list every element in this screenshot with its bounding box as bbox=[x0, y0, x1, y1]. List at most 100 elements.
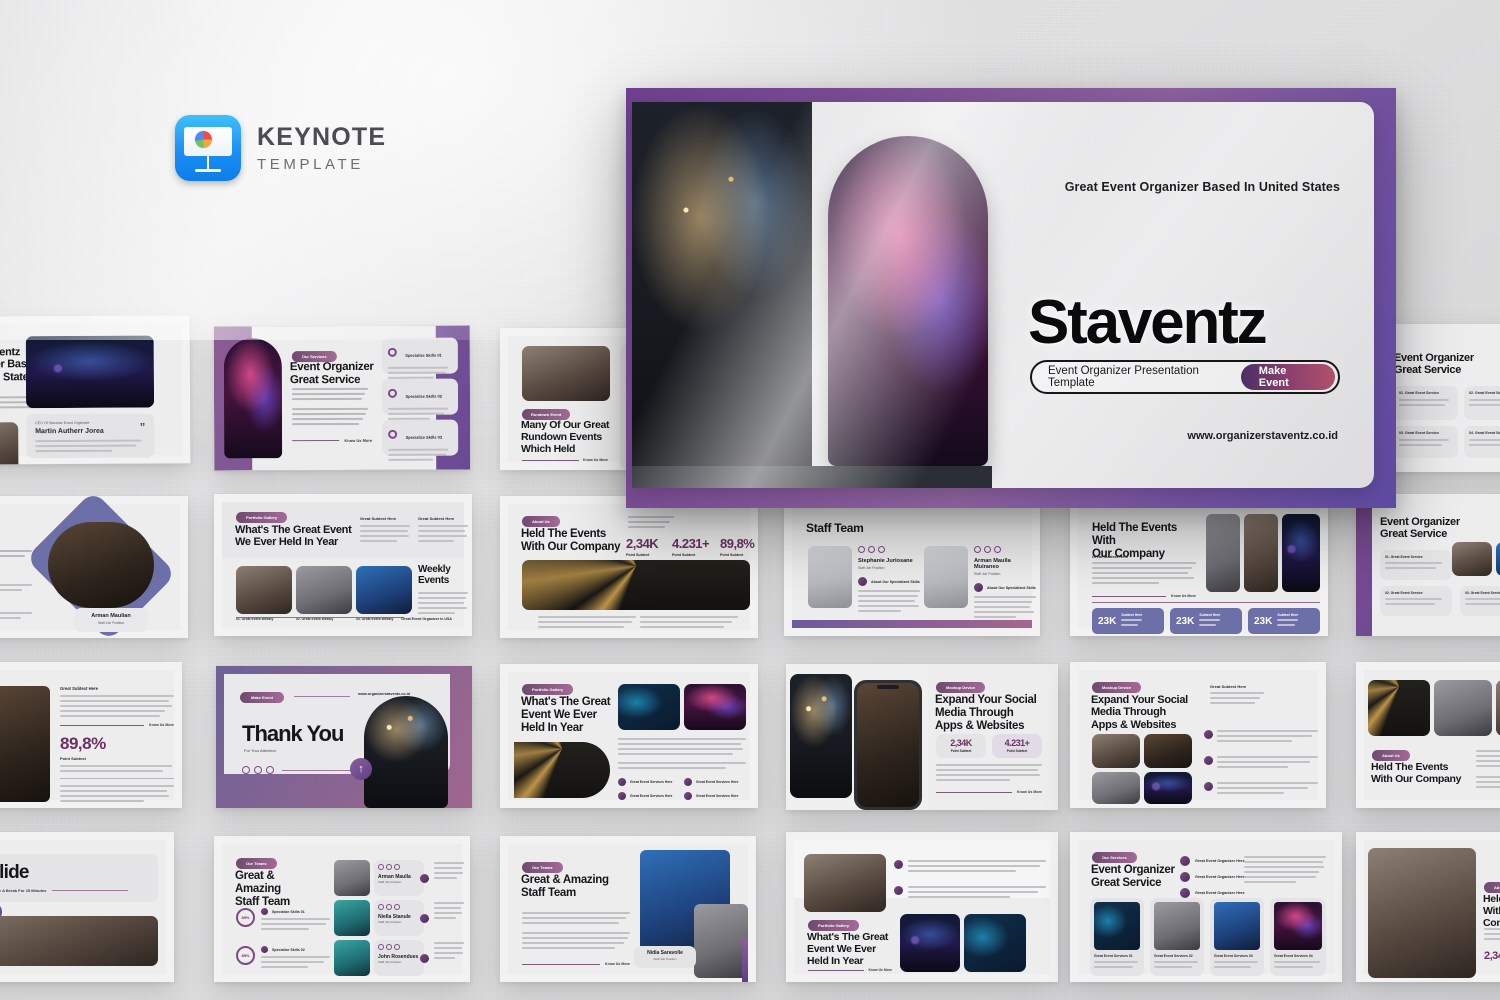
slide-staff-team-single[interactable]: Our Teams Great & Amazing Staff Team Kno… bbox=[500, 836, 756, 982]
skill-row: 89% Specialize Skills 01 bbox=[236, 908, 330, 933]
arrow-badge-icon[interactable] bbox=[420, 954, 429, 963]
body-lines bbox=[291, 387, 368, 403]
know-more-link[interactable]: Know Us More bbox=[60, 723, 174, 727]
slide-title: Staff Team bbox=[806, 521, 864, 535]
feature-card[interactable]: 04. Great Event Service bbox=[1464, 426, 1500, 458]
stat-label: Point Subtext bbox=[672, 553, 696, 557]
slide-held-events-corner[interactable]: About Us Held The Events With Our Compan… bbox=[1356, 832, 1500, 982]
feature-card[interactable]: 02. Great Event Service bbox=[1464, 386, 1500, 420]
member-role: Staff Job Position bbox=[858, 566, 885, 570]
know-more-link[interactable]: Know Us More bbox=[1092, 594, 1196, 598]
social-icons[interactable] bbox=[242, 766, 362, 774]
feature-card[interactable]: Specialize Skills 02 bbox=[381, 378, 459, 420]
member-name: Arman Maulla Muiraneo bbox=[974, 558, 1011, 570]
link-label: Know Us More bbox=[149, 723, 174, 727]
member-card[interactable]: Arman Maulla Staff Job Position bbox=[374, 860, 424, 896]
social-icons[interactable] bbox=[858, 546, 920, 553]
feature-card[interactable]: 03. Great Event Service bbox=[1394, 426, 1458, 458]
keynote-stem-shape bbox=[207, 156, 209, 170]
device-photo bbox=[1282, 514, 1320, 592]
slide-thank-you[interactable]: Make Event www.organizerstaventz.co.id T… bbox=[216, 666, 472, 808]
slide-social-media-grid[interactable]: Mockup Device Expand Your Social Media T… bbox=[1070, 662, 1326, 808]
service-card[interactable]: Great Event Services 03 bbox=[1210, 898, 1264, 976]
skill-row: 89% Specialize Skills 02 bbox=[236, 946, 330, 971]
know-more-link[interactable]: Know Us More bbox=[522, 962, 630, 966]
member-photo bbox=[334, 900, 370, 936]
feature-card[interactable]: Specialize Skills 01 bbox=[381, 337, 458, 379]
column-header: Great Subtext Here bbox=[360, 516, 397, 521]
card-label: 02. Great Event Service bbox=[1469, 391, 1500, 395]
keynote-pie-chart-icon bbox=[195, 131, 212, 148]
member-skills-label: About Our Specialized Skills bbox=[987, 585, 1036, 590]
gallery-photo bbox=[356, 566, 412, 614]
member-skills-label: About Our Specialized Skills bbox=[871, 579, 920, 584]
slide-services-grid-right[interactable]: Event Organizer Great Service 01. Great … bbox=[1356, 494, 1500, 636]
slide-surface: Mockup Device Expand Your Social Media T… bbox=[786, 664, 1058, 810]
slide-break[interactable]: Break Slide Let's Take A Break For 15 Mi… bbox=[0, 832, 174, 982]
stat-block: 2,34K Point Subtext bbox=[626, 536, 659, 557]
social-icons[interactable] bbox=[974, 546, 1036, 553]
hero-cta-bar[interactable]: Event Organizer Presentation Template Ma… bbox=[1030, 360, 1340, 394]
slide-held-events-23k[interactable]: Held The Events With Our Company Great S… bbox=[1070, 494, 1328, 636]
arrow-badge-icon[interactable] bbox=[420, 914, 429, 923]
card-label: 03. Great Event Service bbox=[1465, 591, 1500, 595]
hero-tagline: Great Event Organizer Based In United St… bbox=[1064, 180, 1340, 194]
slide-pill: Our Teams bbox=[522, 862, 563, 873]
slide-social-media-mockup[interactable]: Mockup Device Expand Your Social Media T… bbox=[786, 664, 1058, 810]
service-card[interactable]: Great Event Services 01 bbox=[1090, 898, 1144, 976]
column-block: Great Subtext Here bbox=[418, 516, 470, 545]
arrow-up-circle-icon[interactable]: ↑ bbox=[350, 758, 372, 780]
stat-value: 23K bbox=[1254, 615, 1273, 627]
slide-portfolio-bottom[interactable]: Portfolio Gallery What's The Great Event… bbox=[786, 832, 1058, 982]
banner-photo bbox=[522, 560, 750, 610]
slide-held-events-right[interactable]: About Us Held The Events With Our Compan… bbox=[1356, 662, 1500, 808]
thumb-photo bbox=[1496, 542, 1500, 576]
know-more-link[interactable]: Know Us More bbox=[936, 790, 1042, 794]
slide-subtitle: Great Subtext Here bbox=[1210, 684, 1247, 689]
slide-company-89[interactable]: Held The Events With Our Company Great S… bbox=[0, 662, 182, 808]
know-more-link[interactable]: Know Us More bbox=[808, 968, 892, 972]
slide-pill: Make Event bbox=[240, 692, 285, 703]
slide-title: What's The Great Event We Ever Held In Y… bbox=[235, 524, 352, 549]
hero-photo bbox=[25, 335, 155, 409]
person-photo bbox=[48, 522, 154, 608]
gallery-photo bbox=[1368, 680, 1430, 736]
bullet-item: Great Event Services Here bbox=[618, 778, 672, 786]
stat-value: 23K bbox=[1098, 615, 1117, 627]
service-card[interactable]: Great Event Services 02 bbox=[1150, 898, 1204, 976]
stat-card: 23K Subtext Here bbox=[1092, 608, 1164, 634]
feature-card[interactable]: 01. Great Event Service bbox=[1380, 550, 1452, 580]
slide-portfolio-year[interactable]: Portfolio Gallery What's The Great Event… bbox=[500, 664, 758, 808]
stat-card: 4.231+ Point Subtext bbox=[992, 734, 1042, 758]
slide-staff-team-list[interactable]: Our Teams Great & Amazing Staff Team 89%… bbox=[214, 836, 470, 982]
slide-title: Expand Your Social Media Through Apps & … bbox=[935, 694, 1037, 732]
slide-testimonial[interactable]: The Staventz Organizer Based In United S… bbox=[0, 315, 191, 465]
slide-services-bottom[interactable]: Our Services Event Organizer Great Servi… bbox=[1070, 832, 1342, 982]
stat-value: 23K bbox=[1176, 615, 1195, 627]
member-card[interactable]: John Rosendues Staff Job Position bbox=[374, 940, 424, 976]
feature-card[interactable]: 03. Great Event Service bbox=[1460, 586, 1500, 616]
know-more-link[interactable]: Know Us More bbox=[292, 438, 372, 443]
slide-title: Held The Events With Our Company bbox=[521, 528, 621, 553]
slide-surface: Held The Events With Our Company Great S… bbox=[0, 670, 174, 802]
make-event-button[interactable]: Make Event bbox=[1240, 364, 1335, 390]
slide-held-events-stats[interactable]: About Us Held The Events With Our Compan… bbox=[500, 496, 758, 638]
stat-value: 4.231+ bbox=[672, 536, 710, 551]
slide-title: Great & Amazing Staff Team bbox=[521, 874, 609, 899]
hero-slide[interactable]: Great Event Organizer Based In United St… bbox=[626, 88, 1396, 508]
feature-card[interactable]: 01. Great Event Service bbox=[1394, 386, 1458, 420]
bullet-item bbox=[1204, 756, 1318, 771]
slide-services-01[interactable]: Our Services Event Organizer Great Servi… bbox=[213, 325, 471, 471]
slide-profile-amazing[interactable]: Great & Amazing Specialize Skills 01 Spe… bbox=[0, 496, 188, 638]
member-photo bbox=[924, 546, 968, 608]
slide-portfolio-weekly[interactable]: Portfolio Gallery What's The Great Event… bbox=[214, 494, 472, 636]
feature-card[interactable]: 02. Great Event Service bbox=[1380, 586, 1452, 616]
slide-staff-team-two[interactable]: Staff Team Stephanie Juriosane Staff Job… bbox=[784, 494, 1040, 636]
feature-card[interactable]: Specialize Skills 03 bbox=[382, 419, 459, 461]
slide-surface: About Us Held The Events With Our Compan… bbox=[1364, 670, 1500, 800]
arrow-badge-icon[interactable] bbox=[420, 874, 429, 883]
member-card[interactable]: Niella Stanule Staff Job Position bbox=[374, 900, 424, 936]
service-card[interactable]: Great Event Services 04 bbox=[1270, 898, 1326, 976]
link-label: Know Us More bbox=[583, 458, 608, 462]
know-more-link[interactable]: Know Us More bbox=[522, 458, 608, 462]
